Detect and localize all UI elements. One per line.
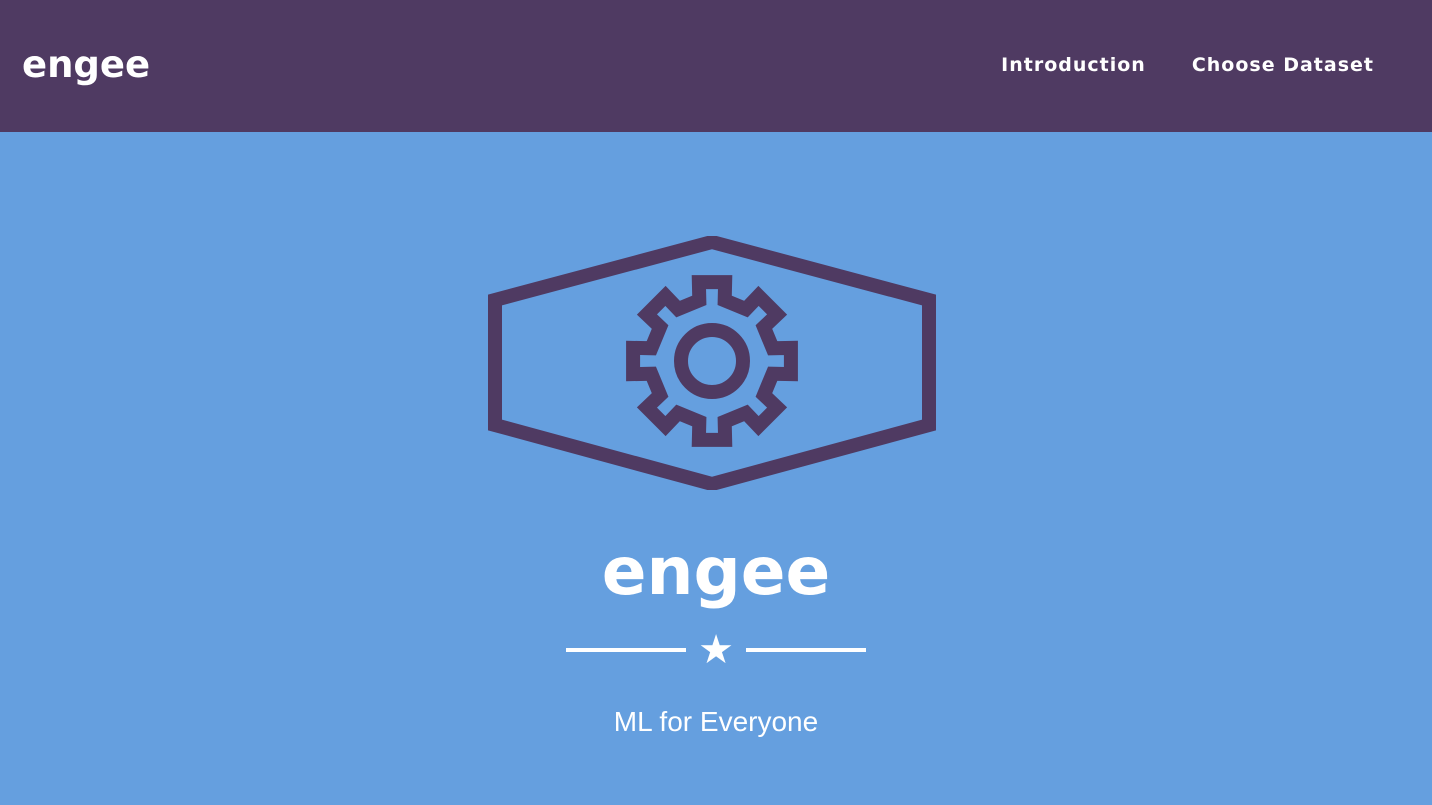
nav-link-introduction[interactable]: Introduction: [1001, 54, 1146, 76]
navbar: engee Introduction Choose Dataset: [0, 0, 1432, 132]
divider-line-left: [566, 648, 686, 652]
star-divider: ★: [566, 630, 866, 670]
nav-links: Introduction Choose Dataset: [1001, 0, 1432, 132]
masthead: engee ★ ML for Everyone: [0, 132, 1432, 805]
star-icon: ★: [698, 627, 734, 673]
masthead-subtitle: ML for Everyone: [613, 706, 819, 737]
gear-in-hexagon-icon: [488, 236, 936, 490]
divider-line-right: [746, 648, 866, 652]
brand-link[interactable]: engee: [22, 40, 150, 90]
nav-link-choose-dataset[interactable]: Choose Dataset: [1192, 54, 1374, 76]
masthead-title: engee: [601, 533, 831, 610]
